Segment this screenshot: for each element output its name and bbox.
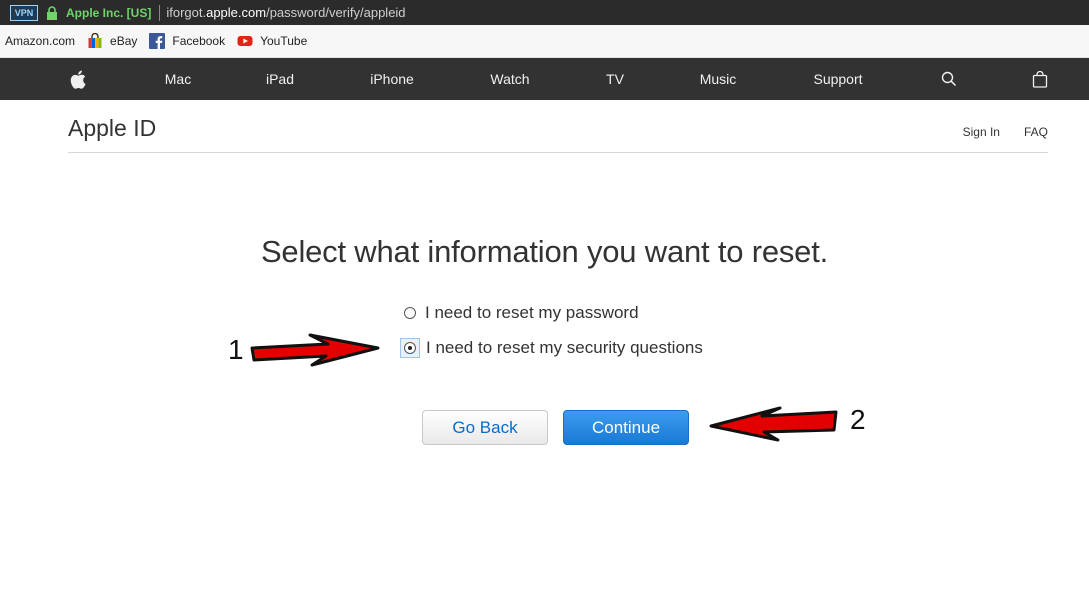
nav-item-mac[interactable]: Mac: [165, 58, 191, 100]
nav-item-music[interactable]: Music: [700, 58, 737, 100]
url-field[interactable]: iforgot.apple.com/password/verify/applei…: [166, 5, 405, 20]
option-reset-security-questions[interactable]: I need to reset my security questions: [400, 338, 703, 358]
facebook-icon: [149, 33, 166, 49]
apple-logo-icon[interactable]: [70, 58, 86, 100]
option-label[interactable]: I need to reset my security questions: [426, 338, 703, 358]
go-back-button[interactable]: Go Back: [422, 410, 548, 445]
bookmark-label: Amazon.com: [5, 34, 76, 48]
bookmarks-bar: Amazon.com eBay Facebook YouTube: [0, 25, 1089, 58]
search-icon[interactable]: [941, 58, 957, 100]
nav-item-iphone[interactable]: iPhone: [370, 58, 414, 100]
bookmark-amazon[interactable]: Amazon.com: [5, 34, 75, 48]
bookmark-facebook[interactable]: Facebook: [149, 33, 225, 49]
youtube-icon: [237, 33, 253, 49]
option-label[interactable]: I need to reset my password: [425, 303, 639, 323]
lock-icon[interactable]: [46, 5, 60, 20]
address-divider: [159, 4, 161, 21]
apple-id-links: Sign In FAQ: [939, 125, 1048, 139]
bag-icon[interactable]: [1032, 58, 1048, 100]
step-2-number: 2: [850, 404, 866, 435]
bookmark-label: Facebook: [172, 34, 226, 48]
url-prefix: iforgot.: [166, 5, 207, 20]
apple-id-header: Apple ID Sign In FAQ: [68, 100, 1048, 153]
global-nav: Mac iPad iPhone Watch TV Music Support: [0, 58, 1089, 100]
address-bar[interactable]: VPN Apple Inc. [US] iforgot.apple.com/pa…: [0, 0, 1089, 25]
ebay-bag-icon: [87, 33, 103, 49]
url-path: /password/verify/appleid: [266, 5, 406, 20]
nav-item-tv[interactable]: TV: [606, 58, 624, 100]
radio-reset-password[interactable]: [404, 307, 416, 319]
bookmark-label: YouTube: [260, 34, 308, 48]
option-reset-password[interactable]: I need to reset my password: [404, 303, 639, 323]
site-organization: Apple Inc. [US]: [66, 5, 152, 20]
bookmark-label: eBay: [110, 34, 138, 48]
radio-reset-security-questions[interactable]: [404, 342, 416, 354]
nav-item-watch[interactable]: Watch: [490, 58, 529, 100]
reset-headline: Select what information you want to rese…: [260, 234, 829, 269]
continue-button[interactable]: Continue: [563, 410, 689, 445]
faq-link[interactable]: FAQ: [1024, 125, 1048, 139]
nav-item-support[interactable]: Support: [813, 58, 862, 100]
arrow-right-annotation: [250, 333, 380, 367]
page-title[interactable]: Apple ID: [68, 115, 156, 142]
nav-item-ipad[interactable]: iPad: [266, 58, 294, 100]
bookmark-youtube[interactable]: YouTube: [237, 33, 307, 49]
bookmark-ebay[interactable]: eBay: [87, 33, 137, 49]
url-domain: apple.com: [206, 5, 267, 20]
vpn-badge[interactable]: VPN: [10, 4, 38, 21]
arrow-left-annotation: [709, 406, 838, 442]
step-1-number: 1: [228, 334, 244, 365]
sign-in-link[interactable]: Sign In: [963, 125, 1000, 139]
radio-focus-ring: [400, 338, 420, 358]
